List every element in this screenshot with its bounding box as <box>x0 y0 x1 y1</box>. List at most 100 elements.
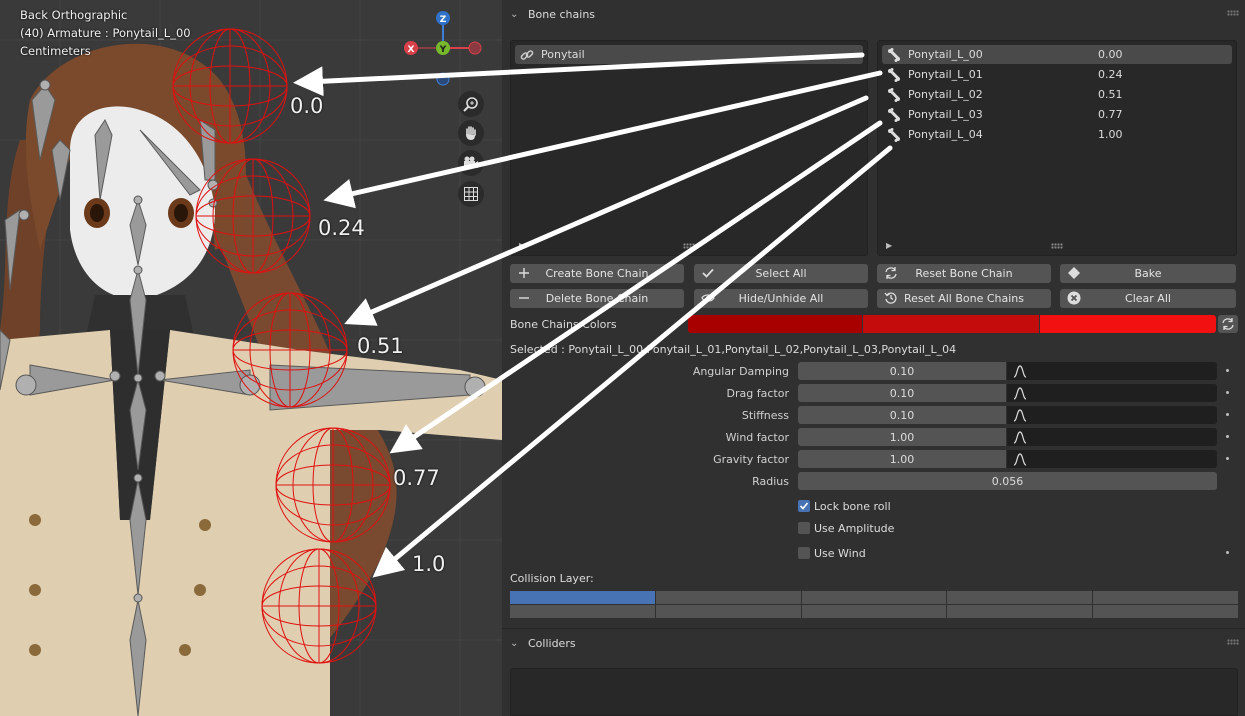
stiffness-field[interactable]: 0.10 <box>798 406 1006 424</box>
collision-layer-cell[interactable] <box>801 605 947 618</box>
curve-mapping-field[interactable] <box>1007 450 1217 468</box>
gizmo-neg-z[interactable] <box>436 72 450 86</box>
bone-name: Ponytail_L_01 <box>908 68 983 81</box>
axis-gizmo[interactable]: Z Y X <box>400 8 490 88</box>
list-item[interactable]: Ponytail <box>515 45 863 64</box>
select-all-button[interactable]: Select All <box>694 264 868 283</box>
bone-chains-header[interactable]: ⌄ Bone chains <box>502 0 1245 28</box>
bone-name: Ponytail_L_00 <box>908 48 983 61</box>
color-swatch[interactable] <box>688 315 862 333</box>
expand-arrow-icon[interactable]: ▶ <box>519 241 525 250</box>
viewport-scene <box>0 0 502 716</box>
delete-bone-chain-button[interactable]: Delete Bone Chain <box>510 289 684 308</box>
gizmo-neg-x[interactable] <box>468 41 482 55</box>
gravity-factor-field[interactable]: 1.00 <box>798 450 1006 468</box>
annotation-label: 0.0 <box>290 94 324 118</box>
collision-layer-cell[interactable] <box>801 591 947 604</box>
use-wind-checkbox[interactable] <box>798 547 810 559</box>
collision-layer-cell[interactable] <box>947 605 1093 618</box>
reset-bone-chain-button[interactable]: Reset Bone Chain <box>877 264 1051 283</box>
animate-dot-icon[interactable] <box>1226 435 1229 438</box>
camera-icon[interactable] <box>458 150 484 176</box>
curve-mapping-field[interactable] <box>1007 406 1217 424</box>
checkbox-label: Lock bone roll <box>814 500 891 513</box>
gizmo-y-label: Y <box>439 45 447 55</box>
bell-curve-icon <box>1013 365 1027 378</box>
colliders-header[interactable]: ⌄ Colliders <box>502 629 1245 657</box>
collision-layer-cell[interactable] <box>1093 591 1238 604</box>
resize-grip-icon[interactable] <box>1051 243 1063 249</box>
bone-value: 0.00 <box>1098 48 1123 61</box>
button-label: Create Bone Chain <box>545 267 649 280</box>
colliders-list[interactable] <box>510 668 1238 716</box>
use-amplitude-checkbox[interactable] <box>798 522 810 534</box>
collision-layer-cell[interactable] <box>1093 605 1238 618</box>
bake-button[interactable]: Bake <box>1060 264 1236 283</box>
list-item[interactable]: Ponytail_L_02 0.51 <box>882 85 1232 104</box>
hand-pan-icon[interactable] <box>458 120 484 146</box>
resize-grip-icon[interactable] <box>683 243 695 249</box>
collision-layer-cell[interactable] <box>947 591 1093 604</box>
radius-field[interactable]: 0.056 <box>798 472 1217 490</box>
bone-chains-colors-label: Bone Chains Colors <box>510 318 617 331</box>
expand-arrow-icon[interactable]: ▶ <box>886 241 892 250</box>
wind-factor-field[interactable]: 1.00 <box>798 428 1006 446</box>
diamond-keyframe-icon <box>1067 266 1081 280</box>
annotation-label: 0.77 <box>393 466 440 490</box>
collision-layer-cell[interactable] <box>510 591 655 604</box>
bone-name: Ponytail_L_03 <box>908 108 983 121</box>
animate-dot-icon[interactable] <box>1226 457 1229 460</box>
create-bone-chain-button[interactable]: Create Bone Chain <box>510 264 684 283</box>
reset-all-bone-chains-button[interactable]: Reset All Bone Chains <box>877 289 1051 308</box>
selected-bones-text: Selected : Ponytail_L_00,Ponytail_L_01,P… <box>510 343 957 356</box>
3d-viewport[interactable]: Back Orthographic (40) Armature : Ponyta… <box>0 0 502 716</box>
collision-layer-grid[interactable] <box>510 591 1238 618</box>
animate-dot-icon[interactable] <box>1226 369 1229 372</box>
collision-layer-cell[interactable] <box>510 605 655 618</box>
color-swatch[interactable] <box>863 315 1039 333</box>
clear-all-button[interactable]: Clear All <box>1060 289 1236 308</box>
bone-value: 1.00 <box>1098 128 1123 141</box>
collision-layer-cell[interactable] <box>655 591 801 604</box>
checkmark-icon <box>701 266 715 280</box>
list-item[interactable]: Ponytail_L_00 0.00 <box>882 45 1232 64</box>
bone-icon <box>886 67 902 83</box>
curve-mapping-field[interactable] <box>1007 384 1217 402</box>
properties-panel: ⌄ Bone chains Ponytail ▶ Ponytail_L_00 0… <box>502 0 1245 716</box>
grid-icon[interactable] <box>458 181 484 207</box>
annotation-label: 1.0 <box>412 552 446 576</box>
curve-mapping-field[interactable] <box>1007 362 1217 380</box>
lock-bone-roll-checkbox[interactable] <box>798 500 810 512</box>
color-swatch[interactable] <box>1040 315 1216 333</box>
hide-unhide-all-button[interactable]: Hide/Unhide All <box>694 289 868 308</box>
button-label: Delete Bone Chain <box>545 292 649 305</box>
collision-layer-cell[interactable] <box>655 605 801 618</box>
list-item[interactable]: Ponytail_L_04 1.00 <box>882 125 1232 144</box>
chevron-down-icon: ⌄ <box>510 637 519 649</box>
animate-dot-icon[interactable] <box>1226 413 1229 416</box>
button-label: Clear All <box>1125 292 1171 305</box>
list-item[interactable]: Ponytail_L_01 0.24 <box>882 65 1232 84</box>
drag-factor-field[interactable]: 0.10 <box>798 384 1006 402</box>
minus-icon <box>517 291 531 305</box>
drag-grip-icon[interactable] <box>1227 10 1239 16</box>
refresh-icon <box>1222 318 1234 330</box>
bone-list[interactable]: Ponytail_L_00 0.00 Ponytail_L_01 0.24 Po… <box>877 40 1237 256</box>
animate-dot-icon[interactable] <box>1226 391 1229 394</box>
bone-icon <box>886 47 902 63</box>
animate-dot-icon[interactable] <box>1226 551 1229 554</box>
button-label: Reset All Bone Chains <box>903 292 1025 305</box>
zoom-icon[interactable] <box>458 91 484 117</box>
chain-list[interactable]: Ponytail ▶ <box>510 40 868 256</box>
plus-icon <box>517 266 531 280</box>
curve-mapping-field[interactable] <box>1007 428 1217 446</box>
drag-grip-icon[interactable] <box>1227 639 1239 645</box>
gizmo-x-label: X <box>408 45 415 55</box>
refresh-colors-button[interactable] <box>1218 315 1238 333</box>
bell-curve-icon <box>1013 453 1027 466</box>
annotation-label: 0.51 <box>357 334 404 358</box>
bone-icon <box>886 87 902 103</box>
angular-damping-field[interactable]: 0.10 <box>798 362 1006 380</box>
button-label: Hide/Unhide All <box>738 292 824 305</box>
list-item[interactable]: Ponytail_L_03 0.77 <box>882 105 1232 124</box>
